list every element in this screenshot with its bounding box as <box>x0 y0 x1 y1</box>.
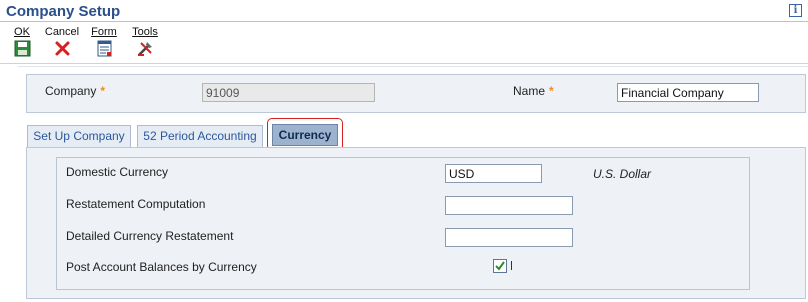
restatement-computation-field[interactable] <box>445 196 573 215</box>
ok-button[interactable]: OK <box>11 26 33 57</box>
detailed-currency-restatement-field[interactable] <box>445 228 573 247</box>
page-title: Company Setup <box>6 3 121 20</box>
toolbar-divider <box>0 63 808 64</box>
domestic-currency-description: U.S. Dollar <box>593 167 652 181</box>
domestic-currency-field[interactable]: USD <box>445 164 542 183</box>
content-divider <box>18 66 808 67</box>
save-disk-icon <box>14 40 30 57</box>
post-balances-by-currency-checkbox[interactable] <box>493 259 507 273</box>
ok-label: OK <box>14 26 30 38</box>
domestic-currency-label: Domestic Currency <box>66 165 169 179</box>
company-field-label: Company * <box>45 84 106 98</box>
tools-label: Tools <box>132 26 158 38</box>
currency-tab-panel: Domestic Currency USD U.S. Dollar Restat… <box>26 147 806 299</box>
text-cursor <box>511 261 512 270</box>
form-label: Form <box>91 26 117 38</box>
tab-52-period-accounting[interactable]: 52 Period Accounting <box>137 125 263 147</box>
info-icon[interactable]: i <box>789 4 802 17</box>
title-bar: Company Setup i <box>0 0 808 22</box>
form-icon <box>97 40 111 57</box>
red-x-icon <box>55 41 69 56</box>
company-header-panel: Company * 91009 Name * Financial Company <box>26 74 806 113</box>
tools-icon <box>137 42 152 56</box>
required-marker: * <box>100 84 106 98</box>
toolbar: OK Cancel Form Tools <box>0 23 808 61</box>
post-balances-by-currency-label: Post Account Balances by Currency <box>66 260 257 274</box>
company-field[interactable]: 91009 <box>202 83 375 102</box>
required-marker: * <box>549 84 554 98</box>
tab-set-up-company[interactable]: Set Up Company <box>27 125 131 147</box>
form-menu-button[interactable]: Form <box>89 26 119 57</box>
cancel-button[interactable]: Cancel <box>43 26 81 57</box>
tab-currency[interactable]: Currency <box>272 124 338 146</box>
detailed-currency-restatement-label: Detailed Currency Restatement <box>66 229 234 243</box>
restatement-computation-label: Restatement Computation <box>66 197 206 211</box>
name-field[interactable]: Financial Company <box>617 83 759 102</box>
name-field-label: Name * <box>513 84 554 98</box>
tools-menu-button[interactable]: Tools <box>129 26 161 57</box>
checkmark-icon <box>495 261 505 271</box>
currency-group-box: Domestic Currency USD U.S. Dollar Restat… <box>56 157 750 290</box>
cancel-label: Cancel <box>44 26 80 38</box>
